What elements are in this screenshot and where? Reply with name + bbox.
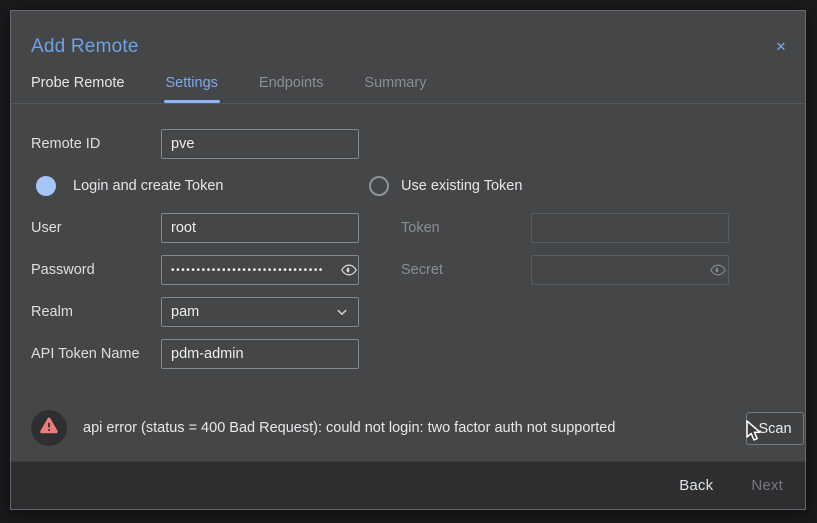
dialog-header: Add Remote ✕ Probe Remote Settings Endpo…	[11, 11, 805, 104]
close-icon[interactable]: ✕	[771, 37, 791, 57]
realm-selected-value: pam	[171, 304, 200, 320]
dialog-title: Add Remote	[31, 36, 139, 57]
dialog-tabs: Probe Remote Settings Endpoints Summary	[31, 75, 426, 105]
radio-login-create-token[interactable]: Login and create Token	[36, 175, 224, 197]
secret-input	[531, 255, 729, 285]
secret-label: Secret	[401, 262, 443, 278]
radio-unselected-icon	[369, 176, 389, 196]
dialog-footer: Back Next	[11, 461, 805, 509]
radio-login-create-label: Login and create Token	[73, 178, 224, 194]
radio-use-existing-token[interactable]: Use existing Token	[369, 175, 522, 197]
api-token-name-label: API Token Name	[31, 346, 140, 362]
radio-use-existing-label: Use existing Token	[401, 178, 523, 194]
chevron-down-icon	[333, 303, 351, 331]
radio-selected-icon	[36, 176, 56, 196]
password-label: Password	[31, 262, 95, 278]
secret-reveal-eye-icon	[708, 260, 728, 280]
password-reveal-eye-icon[interactable]	[339, 260, 359, 280]
warning-triangle-icon	[38, 415, 60, 442]
user-input[interactable]	[161, 213, 359, 243]
realm-label: Realm	[31, 304, 73, 320]
api-token-name-input[interactable]	[161, 339, 359, 369]
remote-id-input[interactable]	[161, 129, 359, 159]
token-input	[531, 213, 729, 243]
token-label: Token	[401, 220, 440, 236]
tab-endpoints[interactable]: Endpoints	[259, 75, 324, 105]
error-message: api error (status = 400 Bad Request): co…	[83, 420, 616, 436]
user-label: User	[31, 220, 62, 236]
scan-button[interactable]: Scan	[746, 412, 804, 445]
warning-badge	[31, 410, 67, 446]
remote-id-label: Remote ID	[31, 136, 101, 152]
password-input[interactable]	[161, 255, 359, 285]
tab-probe-remote[interactable]: Probe Remote	[31, 75, 125, 105]
next-button[interactable]: Next	[751, 477, 783, 494]
add-remote-dialog: Add Remote ✕ Probe Remote Settings Endpo…	[10, 10, 806, 510]
back-button[interactable]: Back	[679, 477, 713, 494]
realm-select[interactable]: pam	[161, 297, 359, 327]
tab-summary[interactable]: Summary	[364, 75, 426, 105]
tab-settings[interactable]: Settings	[163, 75, 221, 105]
auth-mode-row: Login and create Token Use existing Toke…	[11, 175, 805, 197]
